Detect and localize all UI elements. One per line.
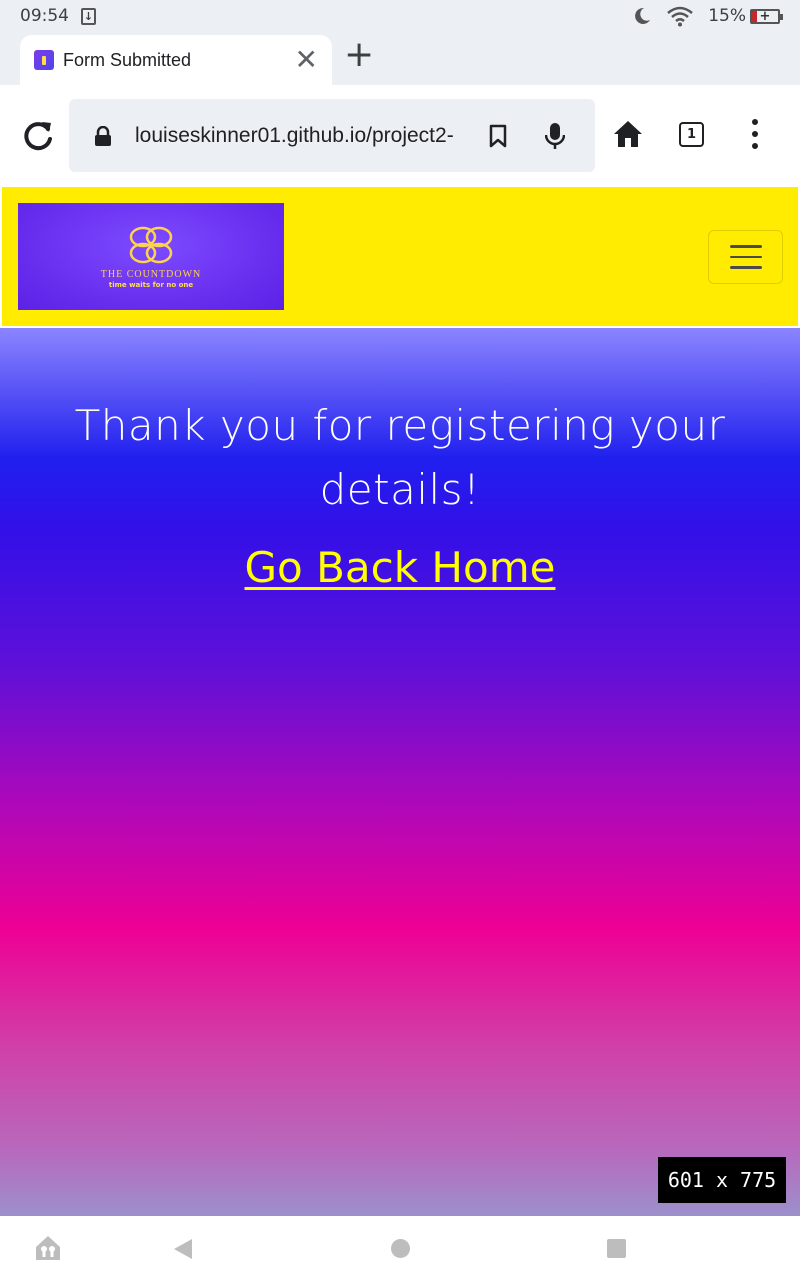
new-tab-button[interactable]: + xyxy=(344,37,374,73)
site-favicon-icon xyxy=(34,50,54,70)
tab-switcher-button[interactable]: 1 xyxy=(679,122,704,147)
battery-indicator: 15% + xyxy=(708,6,783,26)
lock-icon xyxy=(95,125,111,146)
site-header: THE COUNTDOWN time waits for no one xyxy=(0,185,800,328)
nav-toggle-button[interactable] xyxy=(708,230,783,284)
hamburger-bar xyxy=(729,255,762,259)
bookmark-icon[interactable] xyxy=(489,124,507,148)
tab-title: Form Submitted xyxy=(63,49,192,70)
main-content: Thank you for registering your details! … xyxy=(0,328,800,1216)
thank-you-heading: Thank you for registering your details! xyxy=(74,401,726,514)
system-navigation-bar xyxy=(0,1216,800,1280)
tab-count: 1 xyxy=(686,127,697,142)
url-text[interactable]: louiseskinner01.github.io/project2- xyxy=(135,124,467,148)
recents-square-icon[interactable] xyxy=(607,1239,626,1258)
browser-tab[interactable]: Form Submitted ✕ xyxy=(20,35,332,85)
hamburger-bar xyxy=(729,245,762,248)
battery-percent: 15% xyxy=(708,6,746,26)
tab-strip: Form Submitted ✕ + xyxy=(0,32,800,85)
more-menu-icon[interactable] xyxy=(748,119,762,149)
hamburger-bar xyxy=(729,266,762,269)
reload-icon[interactable] xyxy=(20,117,56,153)
address-bar[interactable]: louiseskinner01.github.io/project2- xyxy=(69,99,595,172)
battery-charging-icon: + xyxy=(750,8,783,24)
logo-name: THE COUNTDOWN xyxy=(100,268,202,280)
tab-close-button[interactable]: ✕ xyxy=(295,46,318,74)
download-glyph: ↓ xyxy=(83,9,94,23)
back-icon[interactable] xyxy=(173,1238,193,1260)
home-icon[interactable] xyxy=(612,119,644,149)
site-logo[interactable]: THE COUNTDOWN time waits for no one xyxy=(18,203,284,310)
download-icon: ↓ xyxy=(81,7,96,25)
status-time: 09:54 xyxy=(20,6,69,26)
moon-icon xyxy=(635,7,651,24)
status-bar: 09:54 ↓ 15% + xyxy=(0,0,800,32)
app-shortcut-icon[interactable] xyxy=(33,1233,63,1263)
viewport-dimensions-badge: 601 x 775 xyxy=(658,1157,786,1203)
go-back-home-link[interactable]: Go Back Home xyxy=(0,543,800,592)
browser-toolbar: louiseskinner01.github.io/project2- 1 xyxy=(0,85,800,185)
microphone-icon[interactable] xyxy=(545,122,565,150)
home-circle-icon[interactable] xyxy=(391,1239,410,1258)
wifi-icon xyxy=(667,6,694,27)
knot-logo-icon xyxy=(129,226,173,263)
logo-tagline: time waits for no one xyxy=(108,280,194,289)
